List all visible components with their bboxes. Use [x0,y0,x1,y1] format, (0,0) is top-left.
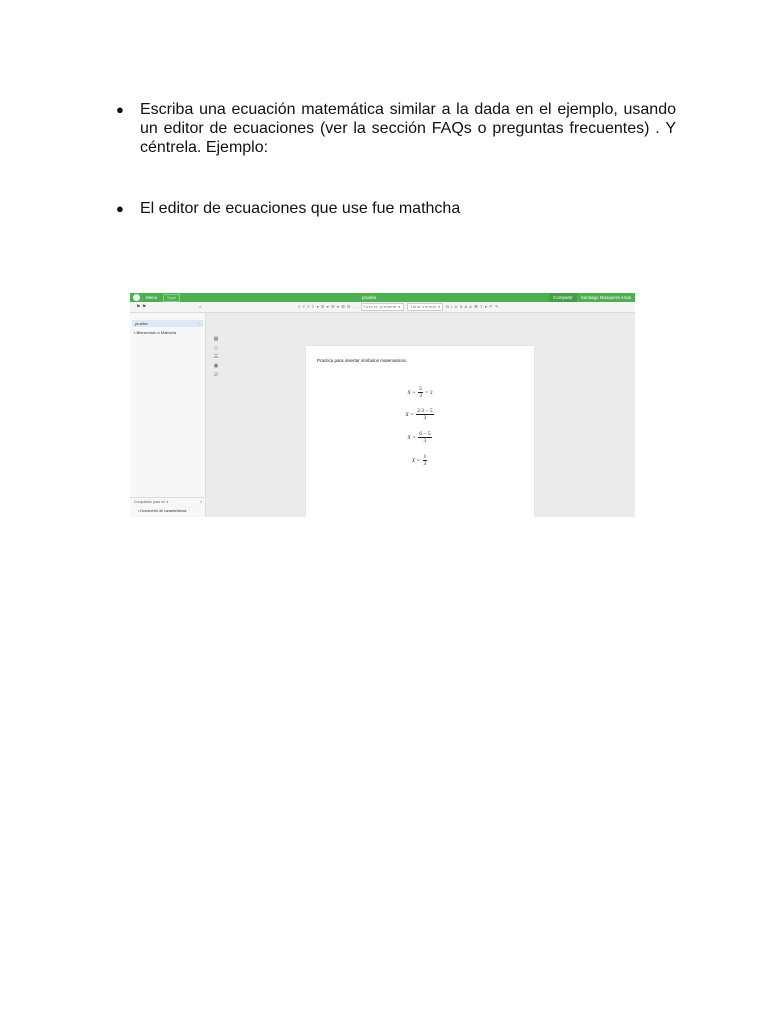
image-icon[interactable]: ▣ [212,362,220,371]
equation-2: X = 2.3 − 53 [405,408,434,421]
top-bar: Menu Save prueba Compartir Santiago Mosq… [130,293,635,302]
bullet-text: Escriba una ecuación matemática similar … [140,101,676,156]
document-title: prueba [362,295,377,300]
equation-1: X + 53 = 2 [407,386,433,399]
close-icon[interactable]: × [199,302,201,312]
sidebar-item-prueba[interactable]: prueba ⋮ [132,320,203,327]
mathcha-logo-icon [133,294,140,301]
close-icon[interactable]: × [200,498,202,506]
star-icon: ★ [165,500,169,504]
bullet-marker: ● [116,201,124,216]
sidebar-item-label: Bienvenido a Mathcha [136,330,177,335]
shapes-icon[interactable]: ◇ [212,344,220,353]
bullet-item: ● El editor de ecuaciones que use fue ma… [116,199,676,218]
text-style-tools[interactable]: B I U S A A ⌘ T ▾ ↶ ↷ [446,304,499,309]
bullet-marker: ● [116,102,124,117]
page-text: Practica para insertar símbolos matemati… [317,358,408,363]
shared-document-item[interactable]: ▪ Documento de caracteristicas [138,509,186,513]
insert-tools: ▦ ◇ ☰ ▣ ☑ [212,335,220,380]
alignment-tools[interactable]: ≡ ≡ ≡ ≡ ▾ ☰ ▾ ☰ ▾ ⊞ ⊟ ... [298,304,358,309]
checkbox-icon[interactable]: ☑ [212,371,220,380]
shared-document-label: Documento de caracteristicas [140,509,187,513]
equation-4: X = 13 [411,454,428,467]
save-button[interactable]: Save [163,294,181,302]
bullet-text: El editor de ecuaciones que use fue math… [140,200,461,217]
menu-button[interactable]: Menu [146,293,157,302]
table-icon[interactable]: ▦ [212,335,220,344]
equation-3: X = 6 − 53 [407,431,432,444]
sidebar: prueba ⋮ ▪ Bienvenido a Mathcha Comparti… [130,313,206,517]
bullet-list: ● Escriba una ecuación matemática simila… [116,100,676,218]
font-select[interactable]: Fuente prederm ▾ [360,302,404,311]
sidebar-actions-icon[interactable]: ⚑ ⚑ [136,304,146,310]
bullet-item: ● Escriba una ecuación matemática simila… [116,100,676,157]
document-page[interactable]: Practica para insertar símbolos matemati… [306,346,534,517]
shared-label: Compartido para mi [134,500,165,504]
share-button[interactable]: Compartir [549,293,577,302]
shared-section-header[interactable]: Compartido para mi ★ × [130,497,205,505]
embedded-mathcha-screenshot: Menu Save prueba Compartir Santiago Mosq… [130,293,635,517]
editor-toolbar: ⚑ ⚑ × ≡ ≡ ≡ ≡ ▾ ☰ ▾ ☰ ▾ ⊞ ⊟ ... Fuente p… [130,302,635,313]
user-menu[interactable]: Santiago Mosquera Arias [581,293,631,302]
format-tools: ≡ ≡ ≡ ≡ ▾ ☰ ▾ ☰ ▾ ⊞ ⊟ ... Fuente prederm… [298,302,499,312]
list-icon[interactable]: ☰ [212,353,220,362]
sidebar-item-bienvenido[interactable]: ▪ Bienvenido a Mathcha [134,329,176,336]
more-options-icon[interactable]: ⋮ [197,320,201,327]
size-select[interactable]: Talla normal ▾ [407,302,444,311]
sidebar-item-label: prueba [135,321,148,326]
